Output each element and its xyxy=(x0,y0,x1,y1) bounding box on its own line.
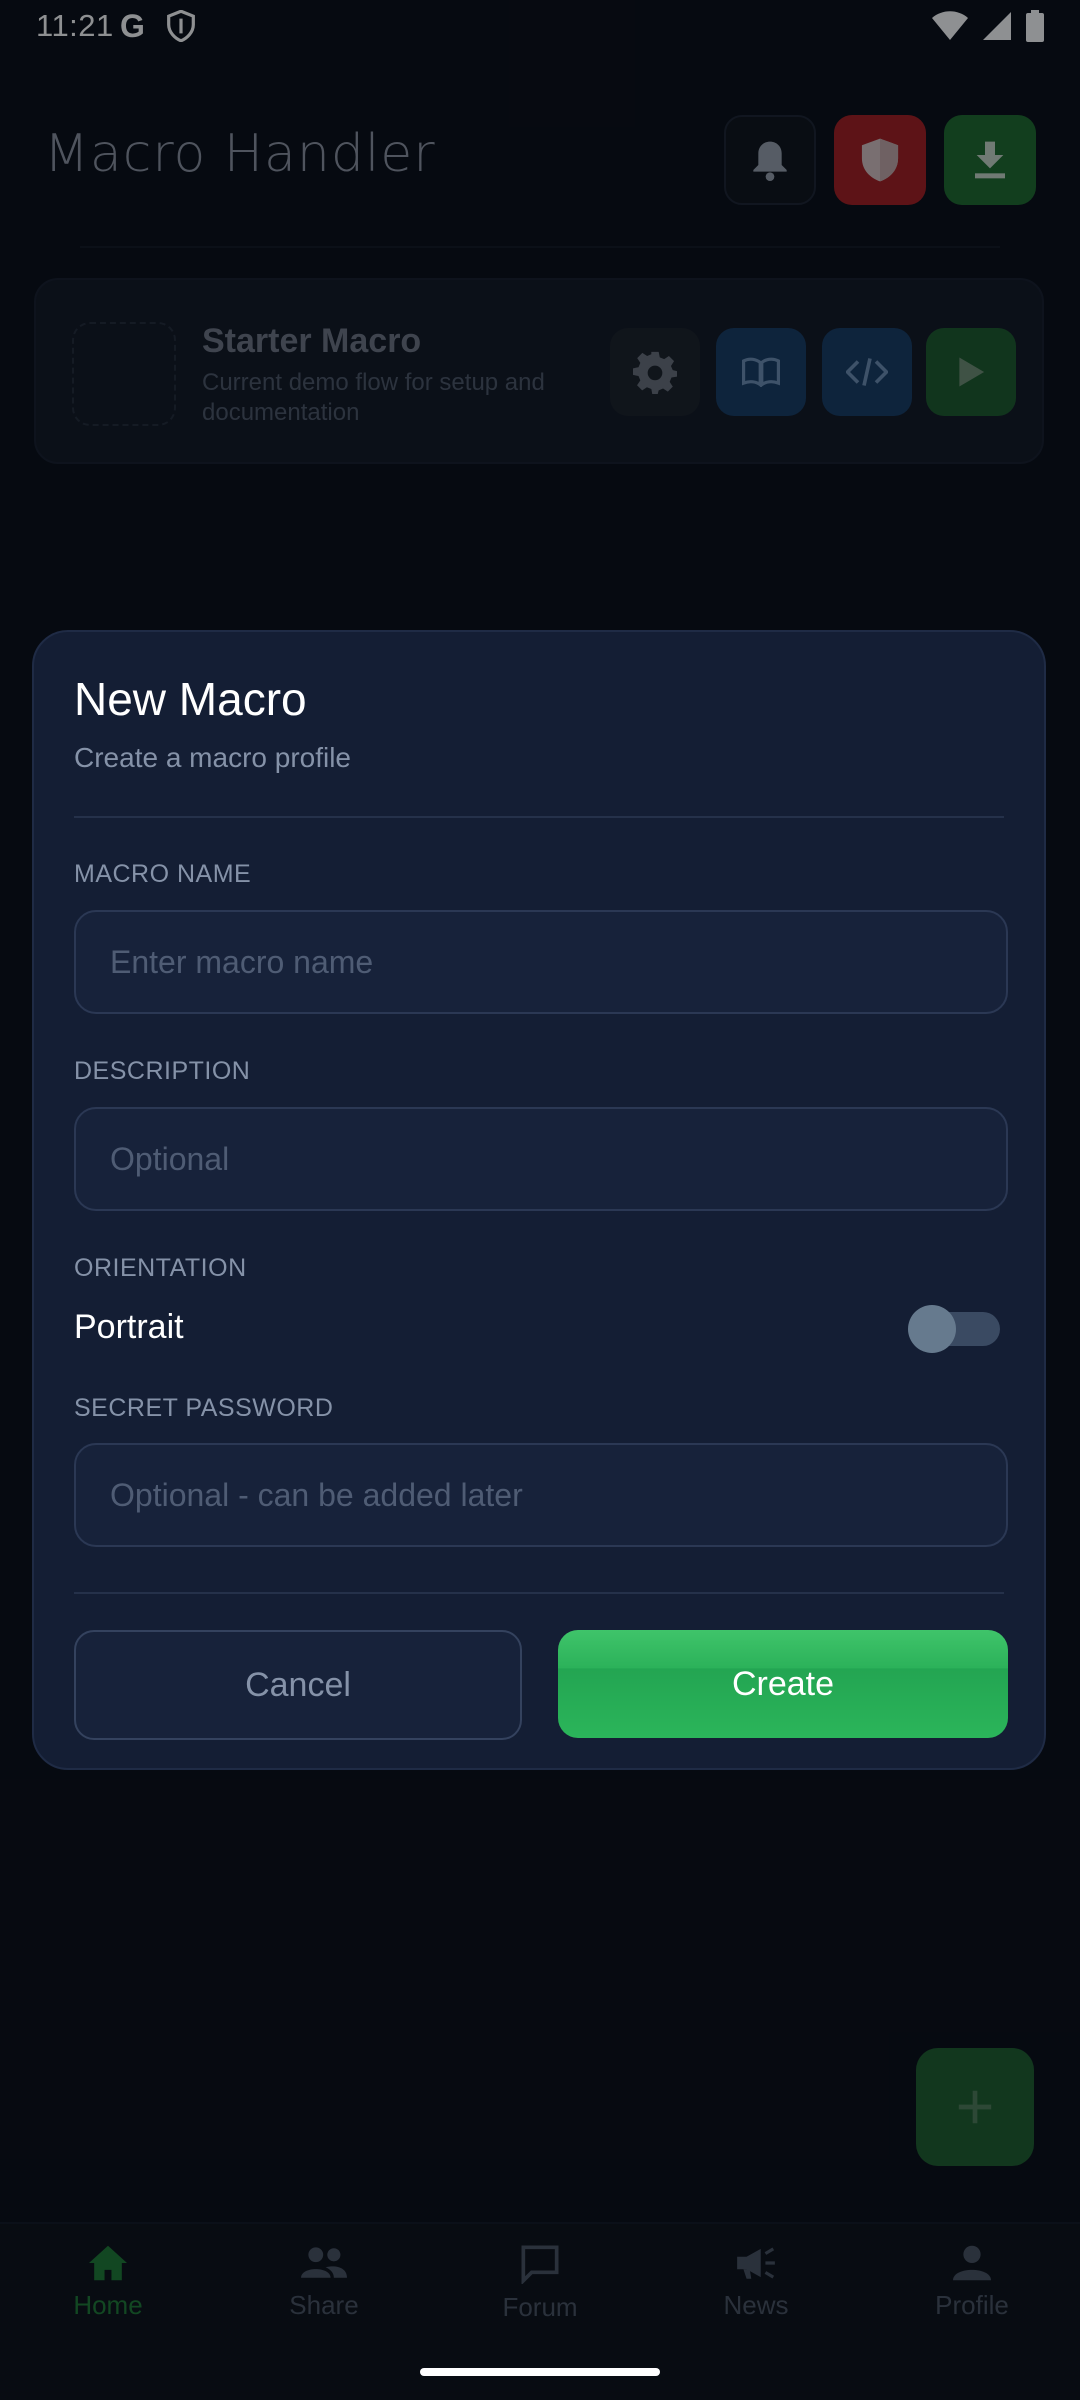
orientation-toggle[interactable] xyxy=(908,1305,1000,1353)
cancel-button[interactable]: Cancel xyxy=(74,1630,522,1740)
dialog-divider-top xyxy=(74,816,1004,818)
create-button[interactable]: Create xyxy=(558,1630,1008,1738)
description-input[interactable] xyxy=(74,1107,1008,1211)
home-indicator[interactable] xyxy=(420,2368,660,2376)
dialog-title: New Macro xyxy=(74,673,307,725)
orientation-label: ORIENTATION xyxy=(74,1254,247,1282)
dialog-divider-bottom xyxy=(74,1592,1004,1594)
toggle-knob xyxy=(908,1305,956,1353)
orientation-value: Portrait xyxy=(74,1308,184,1346)
secret-password-input[interactable] xyxy=(74,1443,1008,1547)
secret-password-label: SECRET PASSWORD xyxy=(74,1394,334,1422)
dialog-subtitle: Create a macro profile xyxy=(74,742,352,773)
macro-name-input[interactable] xyxy=(74,910,1008,1014)
new-macro-dialog: New Macro Create a macro profile MACRO N… xyxy=(32,630,1046,1770)
description-label: DESCRIPTION xyxy=(74,1057,251,1085)
macro-name-label: MACRO NAME xyxy=(74,860,252,888)
